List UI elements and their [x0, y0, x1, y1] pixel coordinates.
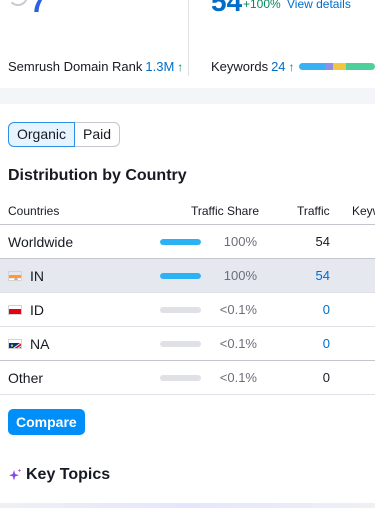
traffic-share-percent: <0.1% — [219, 336, 257, 351]
column-header-traffic-share[interactable]: Traffic Share — [191, 204, 259, 218]
summary-card: 7 Semrush Domain Rank 1.3M ↑ 54 +100% View… — [0, 0, 375, 88]
column-header-traffic[interactable]: Traffic — [297, 204, 330, 218]
table-row-other: Other <0.1% 0 — [0, 361, 375, 395]
traffic-share-bar — [160, 375, 201, 381]
traffic-value-link[interactable]: 0 — [290, 302, 330, 317]
traffic-share-fill — [160, 273, 201, 279]
country-name: IN — [30, 268, 44, 284]
traffic-share-bar — [160, 239, 201, 245]
traffic-share-percent: 100% — [223, 268, 257, 283]
column-header-countries: Countries — [8, 204, 60, 218]
country-name: NA — [30, 336, 50, 352]
sparkle-icon — [9, 468, 22, 481]
table-row-in[interactable]: IN 100% 54 — [0, 259, 375, 293]
kw-bar-segment — [324, 63, 334, 70]
namibia-flag-icon — [8, 339, 22, 349]
organic-toggle-button[interactable]: Organic — [8, 122, 76, 147]
traffic-share-bar — [160, 341, 201, 347]
traffic-share-percent: 100% — [223, 234, 257, 249]
country-name: Other — [8, 370, 44, 386]
view-details-link[interactable]: View details — [287, 0, 351, 11]
traffic-value-link[interactable]: 54 — [290, 268, 330, 283]
table-row-na[interactable]: NA <0.1% 0 — [0, 327, 375, 361]
india-flag-icon — [8, 271, 22, 281]
traffic-value-link[interactable]: 0 — [290, 336, 330, 351]
table-row-worldwide: Worldwide 100% 54 — [0, 225, 375, 259]
keywords-label: Keywords — [211, 59, 269, 74]
authority-score-value: 7 — [30, 0, 47, 19]
authority-gauge-icon — [8, 0, 28, 6]
section-separator — [0, 88, 375, 104]
kw-bar-segment — [299, 63, 325, 70]
kw-bar-segment — [346, 63, 375, 70]
traffic-share-bar — [160, 273, 201, 279]
kw-bar-segment — [333, 63, 347, 70]
traffic-share-percent: <0.1% — [219, 302, 257, 317]
organic-paid-toggle: Organic Paid — [8, 122, 121, 147]
key-topics-title: Key Topics — [26, 466, 111, 483]
traffic-share-bar — [160, 307, 201, 313]
traffic-share-fill — [160, 239, 201, 245]
keywords-up-arrow-icon: ↑ — [288, 60, 295, 74]
domain-rank: Semrush Domain Rank 1.3M ↑ — [8, 59, 183, 74]
domain-rank-label: Semrush Domain Rank — [8, 59, 143, 74]
distribution-title: Distribution by Country — [8, 167, 187, 184]
row-divider — [0, 394, 375, 395]
country-name: Worldwide — [8, 234, 74, 250]
paid-toggle-button[interactable]: Paid — [75, 122, 121, 147]
keywords-value[interactable]: 24 — [271, 59, 285, 74]
traffic-value: 54 — [315, 234, 330, 249]
card-divider — [188, 0, 189, 76]
traffic-share-percent: <0.1% — [219, 370, 257, 385]
table-row-id[interactable]: ID <0.1% 0 — [0, 293, 375, 327]
rank-up-arrow-icon: ↑ — [177, 60, 184, 74]
indonesia-flag-icon — [8, 305, 22, 315]
compare-button[interactable]: Compare — [8, 409, 85, 435]
traffic-value: 0 — [322, 370, 330, 385]
domain-rank-value[interactable]: 1.3M — [145, 59, 174, 74]
keywords-summary: Keywords 24 ↑ — [211, 59, 295, 74]
organic-traffic-value[interactable]: 54 — [211, 0, 242, 18]
authority-score-block: 7 Semrush Domain Rank 1.3M ↑ — [0, 0, 189, 88]
column-header-keywords[interactable]: Keyw — [352, 204, 375, 218]
topics-card-edge — [0, 503, 375, 508]
country-name: ID — [30, 302, 44, 318]
traffic-delta: +100% — [243, 0, 281, 11]
keywords-distribution-bar — [299, 63, 375, 70]
